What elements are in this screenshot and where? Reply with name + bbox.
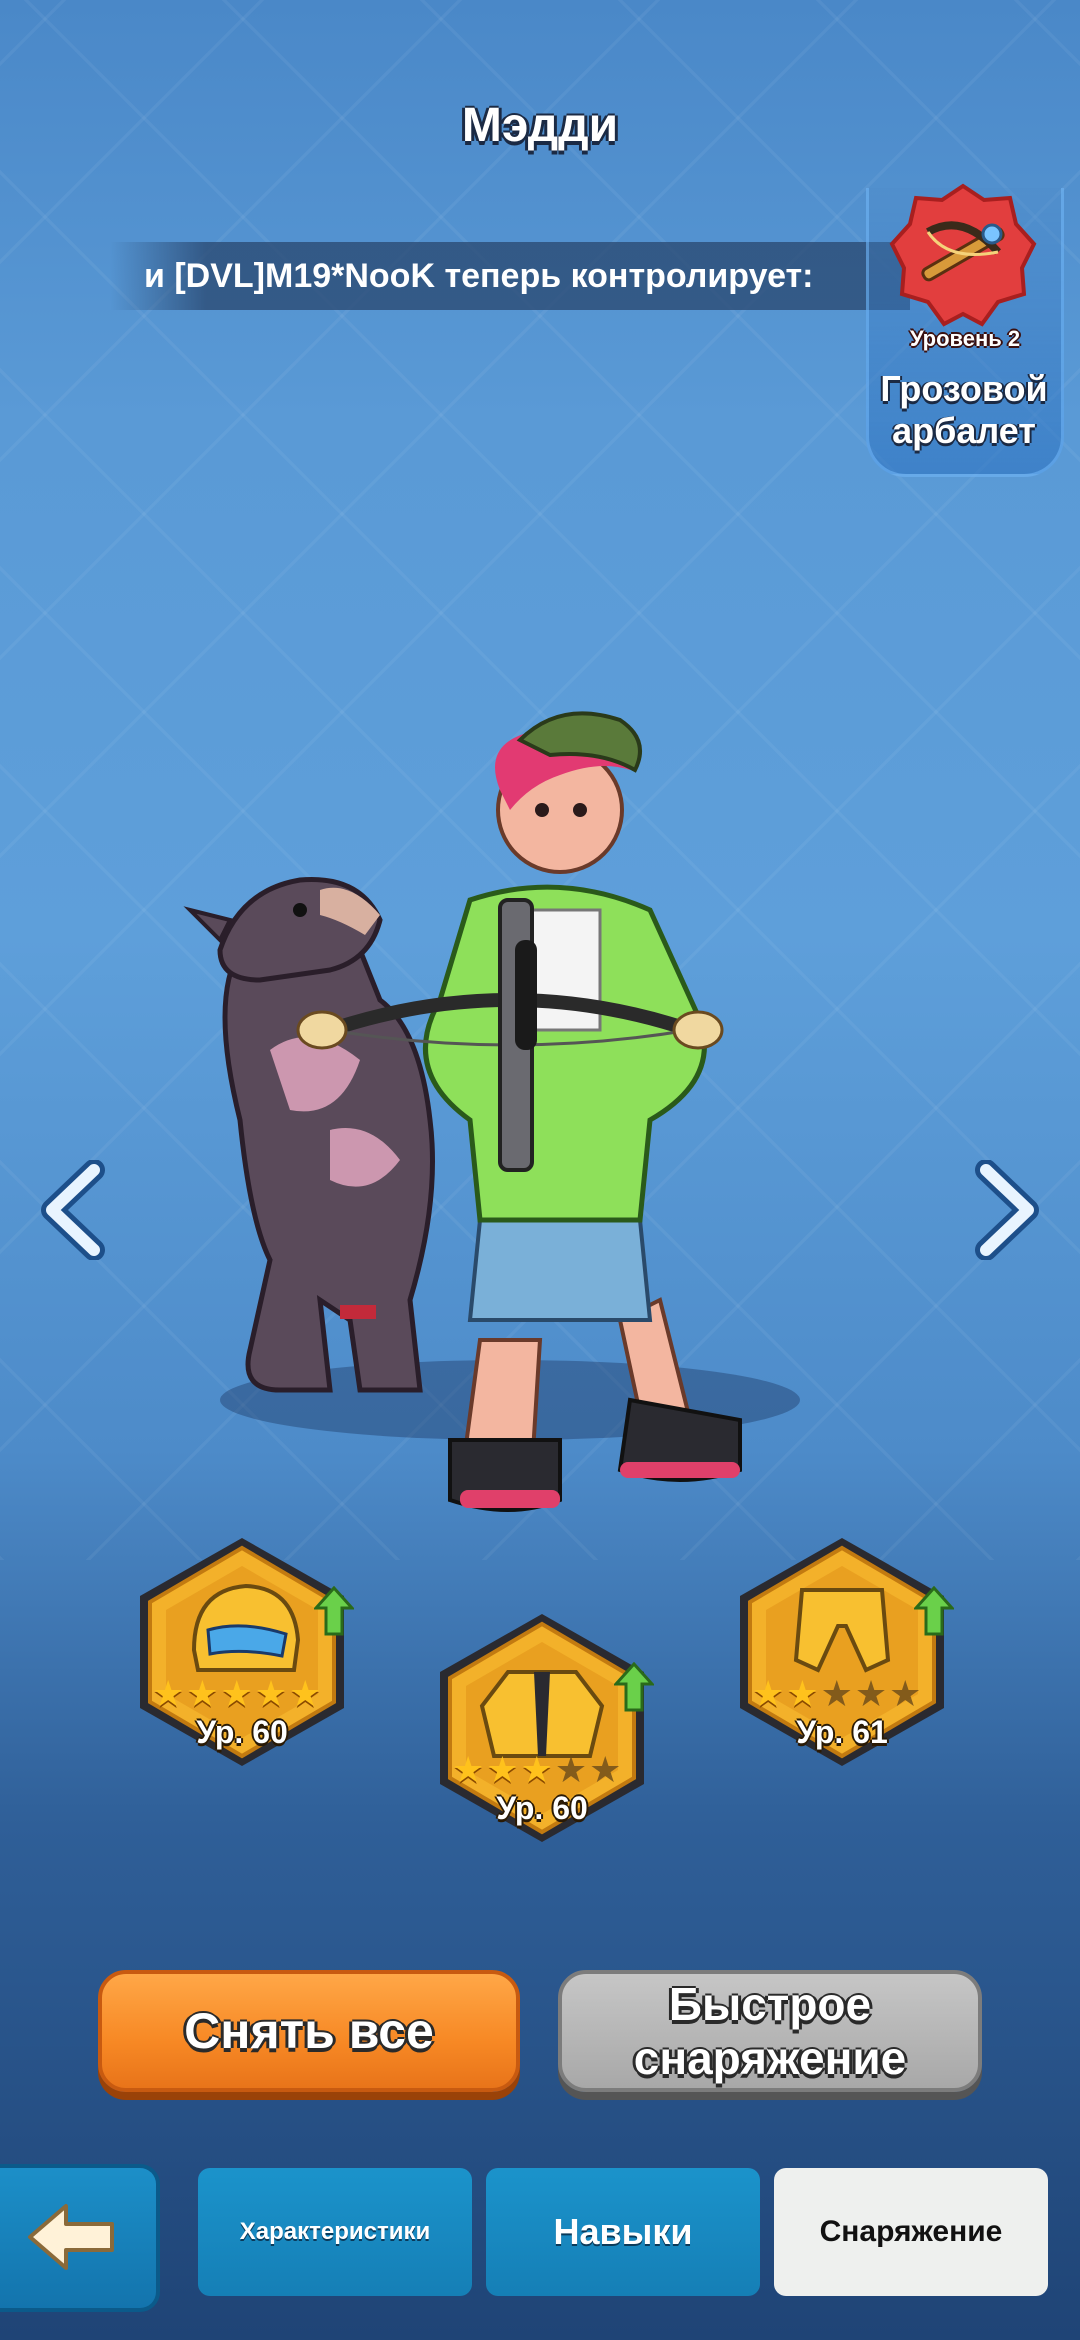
gear-level-jacket: Ур. 60 xyxy=(496,1790,588,1826)
tab-characteristics[interactable]: Характеристики xyxy=(198,2168,472,2296)
chevron-left-icon[interactable] xyxy=(38,1160,108,1260)
gear-slot-jacket[interactable]: ★ ★ ★ ★ ★ Ур. 60 xyxy=(422,1606,662,1846)
star-icon: ★ xyxy=(254,1673,288,1714)
quick-equip-button[interactable]: Быстрое снаряжение xyxy=(558,1970,982,2092)
gear-stars-pants: ★ ★ ★ ★ ★ xyxy=(752,1676,921,1712)
gear-level-helmet: Ур. 60 xyxy=(196,1714,288,1750)
star-icon: ★ xyxy=(186,1673,219,1714)
gear-slot-pants[interactable]: ★ ★ ★ ★ ★ Ур. 61 xyxy=(722,1530,962,1770)
tab-skills[interactable]: Навыки xyxy=(486,2168,760,2296)
dog-companion xyxy=(183,877,435,1393)
star-empty-icon: ★ xyxy=(854,1673,888,1714)
tab-equipment[interactable]: Снаряжение xyxy=(774,2168,1048,2296)
star-empty-icon: ★ xyxy=(889,1673,922,1714)
star-icon: ★ xyxy=(752,1673,785,1714)
weapon-name-line2: арбалет xyxy=(892,410,1036,451)
weapon-name: Грозовой арбалет xyxy=(858,368,1070,452)
gear-stars-jacket: ★ ★ ★ ★ ★ xyxy=(452,1752,621,1788)
gear-level-pants: Ур. 61 xyxy=(796,1714,888,1750)
star-empty-icon: ★ xyxy=(554,1749,588,1790)
chevron-right-icon[interactable] xyxy=(972,1160,1042,1260)
star-empty-icon: ★ xyxy=(820,1673,853,1714)
gear-stars-helmet: ★ ★ ★ ★ ★ xyxy=(152,1676,321,1712)
star-icon: ★ xyxy=(220,1673,253,1714)
star-icon: ★ xyxy=(289,1673,322,1714)
weapon-name-line1: Грозовой xyxy=(880,368,1048,409)
star-icon: ★ xyxy=(520,1749,553,1790)
crossbow-icon[interactable] xyxy=(888,182,1038,332)
upgrade-arrow-icon xyxy=(914,1586,954,1636)
upgrade-arrow-icon xyxy=(614,1662,654,1712)
star-icon: ★ xyxy=(786,1673,819,1714)
weapon-level: Уровень 2 xyxy=(909,326,1021,351)
star-icon: ★ xyxy=(152,1673,185,1714)
announcement-ticker: и [DVL]M19*NooK теперь контролирует: xyxy=(110,242,910,310)
star-icon: ★ xyxy=(452,1749,485,1790)
upgrade-arrow-icon xyxy=(314,1586,354,1636)
hero-character-model xyxy=(183,711,800,1512)
quick-equip-label-line2: снаряжение xyxy=(633,2032,907,2084)
quick-equip-label-line1: Быстрое xyxy=(668,1978,872,2030)
gear-slot-helmet[interactable]: ★ ★ ★ ★ ★ Ур. 60 xyxy=(122,1530,362,1770)
star-empty-icon: ★ xyxy=(589,1749,622,1790)
hero-name: Мэдди xyxy=(461,99,619,152)
back-arrow-icon xyxy=(28,2204,114,2270)
back-button[interactable] xyxy=(0,2164,160,2312)
unequip-all-button[interactable]: Снять все xyxy=(98,1970,520,2092)
star-icon: ★ xyxy=(486,1749,519,1790)
